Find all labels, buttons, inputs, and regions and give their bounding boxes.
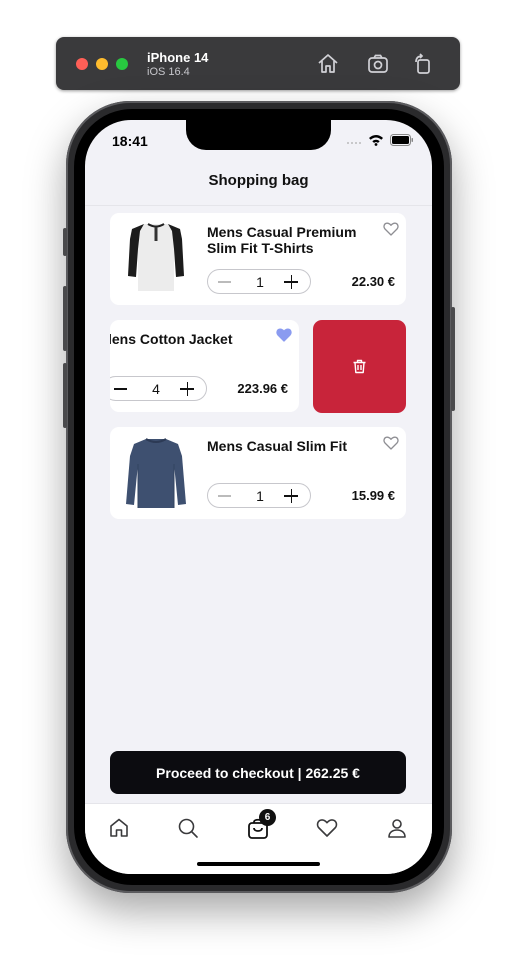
decrease-quantity-button[interactable] xyxy=(218,281,231,283)
heart-icon[interactable] xyxy=(383,221,399,237)
status-icons xyxy=(346,134,414,146)
os-version: iOS 16.4 xyxy=(147,66,190,78)
quantity-value: 1 xyxy=(256,274,264,290)
product-image-raglan-tshirt xyxy=(128,223,184,291)
cart-item-2[interactable]: lens Cotton Jacket 4 223.96 € xyxy=(110,320,299,412)
plus-icon xyxy=(186,382,188,396)
quantity-value: 1 xyxy=(256,488,264,504)
home-icon[interactable] xyxy=(316,52,340,76)
search-icon[interactable] xyxy=(176,816,200,840)
profile-icon[interactable] xyxy=(385,816,409,840)
checkout-button[interactable]: Proceed to checkout | 262.25 € xyxy=(110,751,406,794)
delete-item-button[interactable] xyxy=(313,320,406,413)
quantity-value: 4 xyxy=(152,381,160,397)
home-indicator[interactable] xyxy=(197,862,320,866)
heart-icon[interactable] xyxy=(315,816,339,840)
screenshot-icon[interactable] xyxy=(366,52,390,76)
item-price: 223.96 € xyxy=(237,381,288,396)
plus-icon xyxy=(290,275,292,289)
volume-down-button xyxy=(63,363,67,428)
item-price: 22.30 € xyxy=(351,274,395,289)
cart-item-1[interactable]: Mens Casual Premium Slim Fit T-Shirts 1 … xyxy=(110,213,406,305)
quantity-stepper: 1 xyxy=(207,269,311,294)
quantity-stepper: 1 xyxy=(207,483,311,508)
wifi-icon xyxy=(369,135,383,146)
product-name-line1: lens Cotton Jacket xyxy=(110,331,233,347)
trash-icon xyxy=(353,359,366,374)
volume-up-button xyxy=(63,286,67,351)
header-divider xyxy=(85,205,432,206)
signal-icon xyxy=(347,142,361,144)
item-price: 15.99 € xyxy=(351,488,395,503)
device-name: iPhone 14 xyxy=(147,50,209,65)
decrease-quantity-button[interactable] xyxy=(218,495,231,497)
decrease-quantity-button[interactable] xyxy=(114,388,127,390)
plus-icon xyxy=(290,489,292,503)
product-name-line2: Slim Fit T-Shirts xyxy=(207,240,314,256)
simulator-toolbar: iPhone 14 iOS 16.4 xyxy=(56,37,460,90)
zoom-window-button[interactable] xyxy=(116,58,128,70)
product-image-navy-longsleeve xyxy=(126,438,186,508)
cart-badge: 6 xyxy=(259,809,276,826)
product-name-line1: Mens Casual Slim Fit xyxy=(207,438,348,454)
minimize-window-button[interactable] xyxy=(96,58,108,70)
battery-icon xyxy=(390,134,413,146)
product-name-line1: Mens Casual Premium xyxy=(207,224,357,240)
heart-filled-icon[interactable] xyxy=(276,327,292,343)
power-button xyxy=(451,307,455,411)
rotate-icon[interactable] xyxy=(411,52,435,76)
quantity-stepper: 4 xyxy=(110,376,207,401)
cart-item-3[interactable]: Mens Casual Slim Fit 1 15.99 € xyxy=(110,427,406,519)
action-button xyxy=(63,228,67,256)
status-time: 18:41 xyxy=(112,133,148,149)
heart-icon[interactable] xyxy=(383,435,399,451)
page-title: Shopping bag xyxy=(208,172,309,189)
close-window-button[interactable] xyxy=(76,58,88,70)
home-icon[interactable] xyxy=(107,816,131,840)
notch xyxy=(186,120,331,150)
app-screen: 18:41 Shopping bag Mens Casual Premium S… xyxy=(85,120,432,874)
